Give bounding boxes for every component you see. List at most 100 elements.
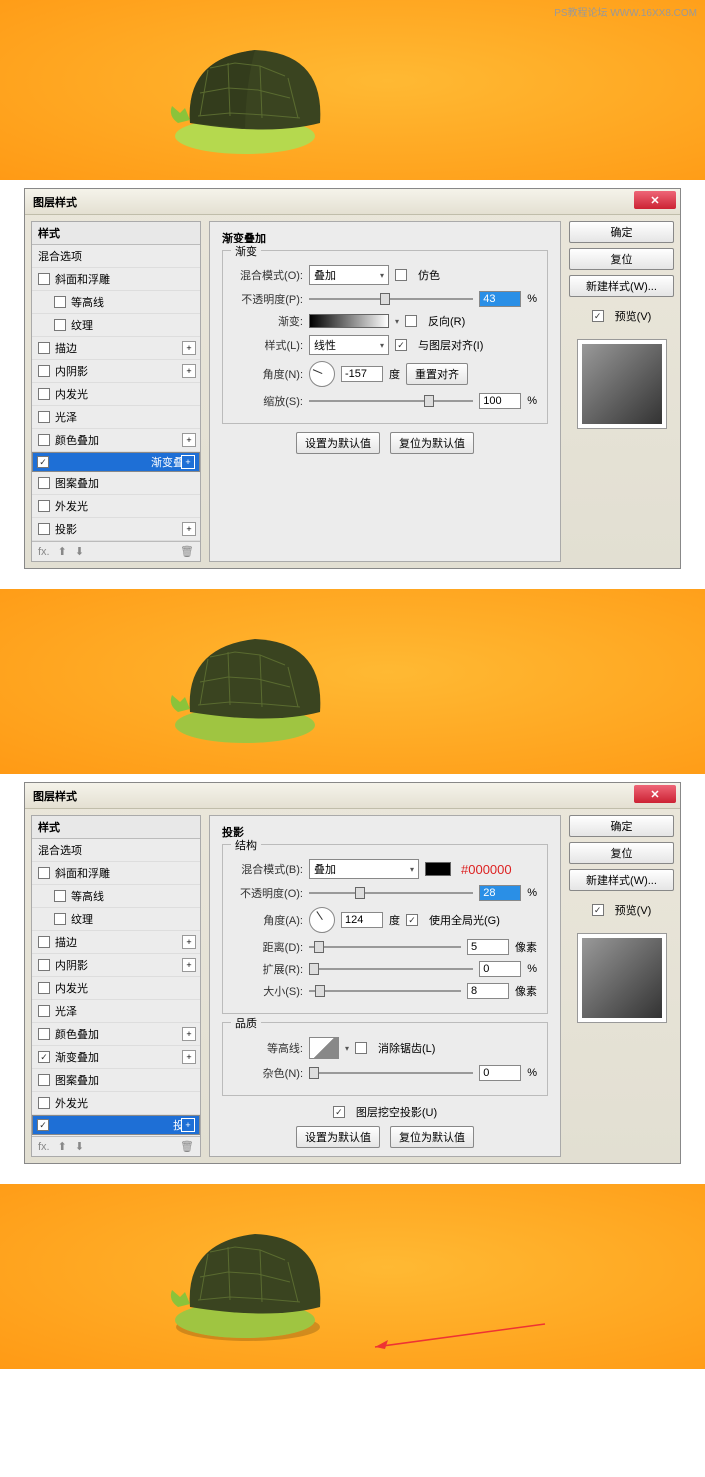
style-gloss[interactable]: 光泽 bbox=[32, 406, 200, 429]
scale-slider[interactable] bbox=[309, 394, 473, 408]
checkbox[interactable] bbox=[38, 365, 50, 377]
style-texture[interactable]: 纹理 bbox=[32, 908, 200, 931]
ok-button[interactable]: 确定 bbox=[569, 815, 674, 837]
noise-slider[interactable] bbox=[309, 1066, 473, 1080]
antialias-checkbox[interactable] bbox=[355, 1042, 367, 1054]
plus-icon[interactable]: + bbox=[182, 1050, 196, 1064]
new-style-button[interactable]: 新建样式(W)... bbox=[569, 869, 674, 891]
plus-icon[interactable]: + bbox=[182, 364, 196, 378]
plus-icon[interactable]: + bbox=[182, 935, 196, 949]
checkbox[interactable] bbox=[38, 411, 50, 423]
arrow-down-icon[interactable]: ⬇ bbox=[75, 545, 84, 558]
style-color-overlay[interactable]: 颜色叠加+ bbox=[32, 429, 200, 452]
angle-value[interactable]: -157 bbox=[341, 366, 383, 382]
plus-icon[interactable]: + bbox=[182, 1027, 196, 1041]
plus-icon[interactable]: + bbox=[181, 1118, 195, 1132]
arrow-down-icon[interactable]: ⬇ bbox=[75, 1140, 84, 1153]
checkbox[interactable] bbox=[38, 1074, 50, 1086]
checkbox[interactable] bbox=[38, 434, 50, 446]
dither-checkbox[interactable] bbox=[395, 269, 407, 281]
style-inner-shadow[interactable]: 内阴影+ bbox=[32, 360, 200, 383]
style-drop-shadow[interactable]: 投影+ bbox=[32, 1115, 200, 1135]
size-slider[interactable] bbox=[309, 984, 461, 998]
blend-mode-select[interactable]: 叠加▾ bbox=[309, 859, 419, 879]
style-color-overlay[interactable]: 颜色叠加+ bbox=[32, 1023, 200, 1046]
new-style-button[interactable]: 新建样式(W)... bbox=[569, 275, 674, 297]
set-default-button[interactable]: 设置为默认值 bbox=[296, 432, 380, 454]
trash-icon[interactable]: 🗑 bbox=[180, 1140, 194, 1153]
style-select[interactable]: 线性▾ bbox=[309, 335, 389, 355]
style-outer-glow[interactable]: 外发光 bbox=[32, 1092, 200, 1115]
ok-button[interactable]: 确定 bbox=[569, 221, 674, 243]
reset-align-button[interactable]: 重置对齐 bbox=[406, 363, 468, 385]
fx-icon[interactable]: fx. bbox=[38, 1141, 50, 1153]
plus-icon[interactable]: + bbox=[182, 341, 196, 355]
style-gradient-overlay[interactable]: 渐变叠加+ bbox=[32, 452, 200, 472]
checkbox[interactable] bbox=[38, 477, 50, 489]
style-texture[interactable]: 纹理 bbox=[32, 314, 200, 337]
distance-value[interactable]: 5 bbox=[467, 939, 509, 955]
close-button[interactable]: ✕ bbox=[634, 785, 676, 803]
checkbox[interactable] bbox=[37, 456, 49, 468]
style-gloss[interactable]: 光泽 bbox=[32, 1000, 200, 1023]
distance-slider[interactable] bbox=[309, 940, 461, 954]
preview-checkbox[interactable] bbox=[592, 310, 604, 322]
checkbox[interactable] bbox=[38, 342, 50, 354]
noise-value[interactable]: 0 bbox=[479, 1065, 521, 1081]
spread-value[interactable]: 0 bbox=[479, 961, 521, 977]
checkbox[interactable] bbox=[38, 982, 50, 994]
checkbox[interactable] bbox=[38, 1028, 50, 1040]
global-light-checkbox[interactable] bbox=[406, 914, 418, 926]
opacity-value[interactable]: 28 bbox=[479, 885, 521, 901]
checkbox[interactable] bbox=[38, 523, 50, 535]
angle-dial[interactable] bbox=[309, 907, 335, 933]
opacity-slider[interactable] bbox=[309, 292, 473, 306]
scale-value[interactable]: 100 bbox=[479, 393, 521, 409]
arrow-up-icon[interactable]: ⬆ bbox=[58, 1140, 67, 1153]
checkbox[interactable] bbox=[54, 296, 66, 308]
checkbox[interactable] bbox=[38, 273, 50, 285]
checkbox[interactable] bbox=[38, 500, 50, 512]
spread-slider[interactable] bbox=[309, 962, 473, 976]
checkbox[interactable] bbox=[38, 1005, 50, 1017]
checkbox[interactable] bbox=[38, 936, 50, 948]
blend-options-item[interactable]: 混合选项 bbox=[32, 245, 200, 268]
blend-mode-select[interactable]: 叠加▾ bbox=[309, 265, 389, 285]
size-value[interactable]: 8 bbox=[467, 983, 509, 999]
opacity-value[interactable]: 43 bbox=[479, 291, 521, 307]
checkbox[interactable] bbox=[38, 1097, 50, 1109]
checkbox[interactable] bbox=[54, 319, 66, 331]
style-contour[interactable]: 等高线 bbox=[32, 885, 200, 908]
trash-icon[interactable]: 🗑 bbox=[180, 545, 194, 558]
plus-icon[interactable]: + bbox=[182, 522, 196, 536]
style-bevel[interactable]: 斜面和浮雕 bbox=[32, 862, 200, 885]
checkbox[interactable] bbox=[37, 1119, 49, 1131]
checkbox[interactable] bbox=[54, 890, 66, 902]
preview-checkbox[interactable] bbox=[592, 904, 604, 916]
style-pattern-overlay[interactable]: 图案叠加 bbox=[32, 472, 200, 495]
plus-icon[interactable]: + bbox=[182, 433, 196, 447]
chevron-down-icon[interactable]: ▾ bbox=[395, 317, 399, 326]
close-button[interactable]: ✕ bbox=[634, 191, 676, 209]
reset-default-button[interactable]: 复位为默认值 bbox=[390, 432, 474, 454]
opacity-slider[interactable] bbox=[309, 886, 473, 900]
reverse-checkbox[interactable] bbox=[405, 315, 417, 327]
reset-button[interactable]: 复位 bbox=[569, 842, 674, 864]
style-outer-glow[interactable]: 外发光 bbox=[32, 495, 200, 518]
arrow-up-icon[interactable]: ⬆ bbox=[58, 545, 67, 558]
reset-button[interactable]: 复位 bbox=[569, 248, 674, 270]
set-default-button[interactable]: 设置为默认值 bbox=[296, 1126, 380, 1148]
style-gradient-overlay[interactable]: 渐变叠加+ bbox=[32, 1046, 200, 1069]
gradient-preview[interactable] bbox=[309, 314, 389, 328]
plus-icon[interactable]: + bbox=[181, 455, 195, 469]
contour-picker[interactable] bbox=[309, 1037, 339, 1059]
style-inner-glow[interactable]: 内发光 bbox=[32, 383, 200, 406]
blend-options-item[interactable]: 混合选项 bbox=[32, 839, 200, 862]
style-inner-shadow[interactable]: 内阴影+ bbox=[32, 954, 200, 977]
checkbox[interactable] bbox=[38, 959, 50, 971]
style-inner-glow[interactable]: 内发光 bbox=[32, 977, 200, 1000]
align-checkbox[interactable] bbox=[395, 339, 407, 351]
style-stroke[interactable]: 描边+ bbox=[32, 931, 200, 954]
checkbox[interactable] bbox=[38, 867, 50, 879]
checkbox[interactable] bbox=[54, 913, 66, 925]
